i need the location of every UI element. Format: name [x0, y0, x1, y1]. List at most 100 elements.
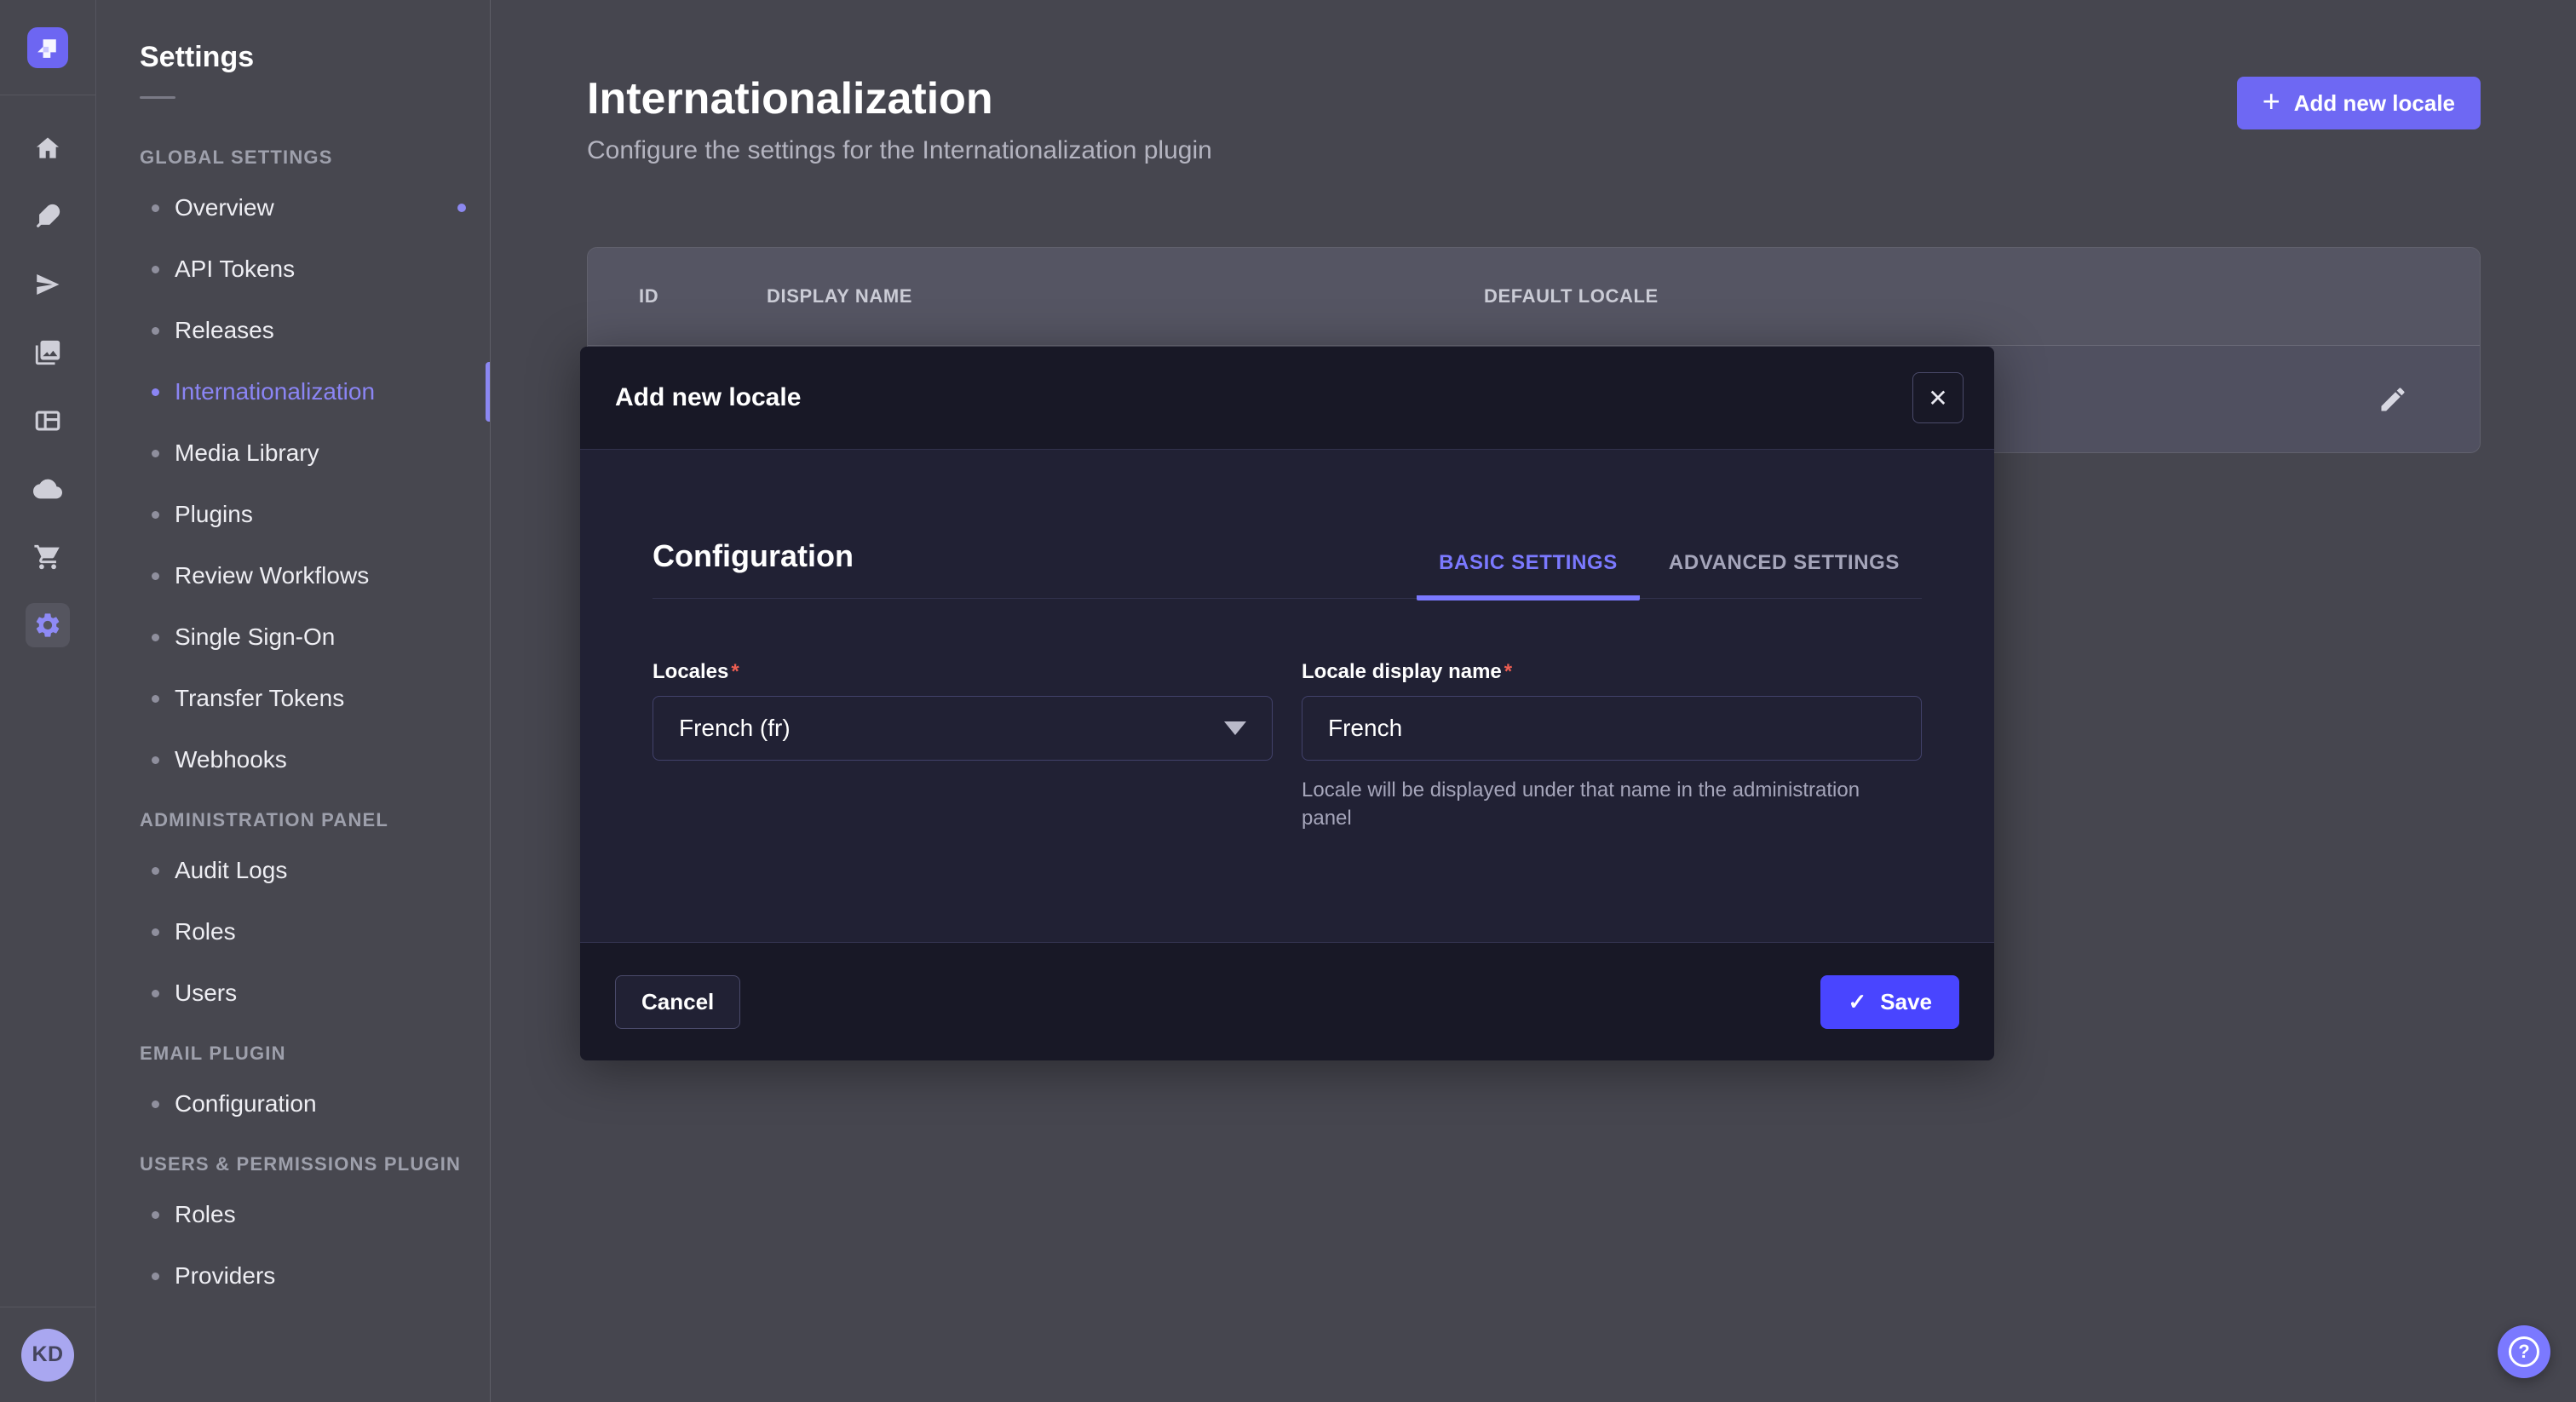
- table-column-display-name: DISPLAY NAME: [716, 285, 1433, 307]
- sidebar-item-plugins[interactable]: Plugins: [97, 484, 490, 545]
- sidebar-item-users[interactable]: Users: [97, 962, 490, 1024]
- gear-icon[interactable]: [26, 603, 70, 647]
- help-icon: ?: [2509, 1336, 2539, 1367]
- help-button[interactable]: ?: [2498, 1325, 2550, 1378]
- bullet-icon: [152, 1273, 159, 1280]
- sidebar-item-overview[interactable]: Overview: [97, 177, 490, 238]
- home-icon[interactable]: [26, 126, 70, 170]
- table-column-id: ID: [588, 285, 716, 307]
- tab-basic-settings[interactable]: BASIC SETTINGS: [1417, 551, 1640, 600]
- required-asterisk: *: [731, 660, 739, 683]
- sidebar-item-label: Internationalization: [175, 378, 375, 405]
- sidebar-item-roles[interactable]: Roles: [97, 901, 490, 962]
- sidebar-item-media-library[interactable]: Media Library: [97, 422, 490, 484]
- add-new-locale-button[interactable]: + Add new locale: [2237, 77, 2481, 129]
- rail-user-area: KD: [0, 1307, 95, 1402]
- sidebar-section-header-administration-panel: ADMINISTRATION PANEL: [97, 790, 490, 840]
- sidebar-item-label: Releases: [175, 317, 274, 344]
- cloud-icon[interactable]: [26, 467, 70, 511]
- sidebar-item-api-tokens[interactable]: API Tokens: [97, 238, 490, 300]
- sidebar-title-underline: [140, 96, 175, 99]
- sidebar-item-transfer-tokens[interactable]: Transfer Tokens: [97, 668, 490, 729]
- sidebar-item-roles[interactable]: Roles: [97, 1184, 490, 1245]
- add-locale-modal: Add new locale ✕ Configuration BASIC SET…: [580, 347, 1994, 1060]
- notification-dot: [457, 204, 466, 212]
- images-icon[interactable]: [26, 330, 70, 375]
- sidebar-item-internationalization[interactable]: Internationalization: [97, 361, 490, 422]
- edit-locale-button[interactable]: [2374, 381, 2412, 418]
- sidebar-item-label: Roles: [175, 918, 236, 945]
- cancel-button[interactable]: Cancel: [615, 975, 740, 1029]
- table-header-row: IDDISPLAY NAMEDEFAULT LOCALE: [588, 248, 2480, 346]
- save-button[interactable]: ✓ Save: [1820, 975, 1959, 1029]
- sidebar-item-single-sign-on[interactable]: Single Sign-On: [97, 606, 490, 668]
- bullet-icon: [152, 450, 159, 457]
- sidebar-item-label: Single Sign-On: [175, 623, 335, 651]
- cart-icon[interactable]: [26, 535, 70, 579]
- required-asterisk: *: [1504, 660, 1512, 683]
- bullet-icon: [152, 990, 159, 997]
- sidebar-section-header-users-permissions-plugin: USERS & PERMISSIONS PLUGIN: [97, 1135, 490, 1184]
- close-button[interactable]: ✕: [1912, 372, 1964, 423]
- sidebar-item-label: Users: [175, 980, 237, 1007]
- sidebar-item-label: Media Library: [175, 440, 319, 467]
- strapi-logo-glyph: [37, 37, 59, 59]
- table-column-default-locale: DEFAULT LOCALE: [1433, 285, 2480, 307]
- sidebar-item-label: Plugins: [175, 501, 253, 528]
- page-header: Internationalization Configure the setti…: [492, 0, 2576, 165]
- sidebar-item-audit-logs[interactable]: Audit Logs: [97, 840, 490, 901]
- display-name-field: Locale display name* Locale will be disp…: [1302, 660, 1922, 832]
- bullet-icon: [152, 572, 159, 580]
- sidebar-item-label: Audit Logs: [175, 857, 287, 884]
- layout-icon[interactable]: [26, 399, 70, 443]
- bullet-icon: [152, 634, 159, 641]
- feather-icon[interactable]: [26, 194, 70, 238]
- sidebar-sections: GLOBAL SETTINGSOverviewAPI TokensRelease…: [97, 128, 490, 1307]
- modal-header: Add new locale ✕: [580, 347, 1994, 450]
- sidebar-item-review-workflows[interactable]: Review Workflows: [97, 545, 490, 606]
- sidebar-item-configuration[interactable]: Configuration: [97, 1073, 490, 1135]
- bullet-icon: [152, 695, 159, 703]
- page-subtitle: Configure the settings for the Internati…: [587, 136, 1212, 165]
- locales-select-value: French (fr): [679, 715, 791, 742]
- icon-rail: KD: [0, 0, 96, 1402]
- bullet-icon: [152, 1211, 159, 1219]
- save-label: Save: [1880, 989, 1932, 1015]
- bullet-icon: [152, 511, 159, 519]
- avatar[interactable]: KD: [21, 1329, 74, 1382]
- sidebar-item-label: Webhooks: [175, 746, 287, 773]
- strapi-logo[interactable]: [27, 27, 68, 68]
- sidebar-item-label: Review Workflows: [175, 562, 369, 589]
- chevron-down-icon: [1224, 721, 1246, 735]
- page-title: Internationalization: [587, 75, 1212, 123]
- check-icon: ✓: [1848, 989, 1866, 1015]
- bullet-icon: [152, 204, 159, 212]
- sidebar-item-label: Providers: [175, 1262, 275, 1290]
- locales-label: Locales*: [653, 660, 1273, 684]
- display-name-label: Locale display name*: [1302, 660, 1922, 684]
- modal-body: Configuration BASIC SETTINGS ADVANCED SE…: [580, 450, 1994, 832]
- sidebar-item-label: Overview: [175, 194, 274, 221]
- bullet-icon: [152, 266, 159, 273]
- sidebar-section-header-email-plugin: EMAIL PLUGIN: [97, 1024, 490, 1073]
- display-name-help: Locale will be displayed under that name…: [1302, 776, 1915, 832]
- bullet-icon: [152, 1100, 159, 1108]
- display-name-input[interactable]: [1302, 696, 1922, 761]
- bullet-icon: [152, 388, 159, 396]
- modal-title: Add new locale: [615, 383, 801, 412]
- config-row: Configuration BASIC SETTINGS ADVANCED SE…: [653, 538, 1922, 599]
- config-section-title: Configuration: [653, 538, 854, 598]
- pencil-icon: [2378, 384, 2408, 415]
- sidebar-item-providers[interactable]: Providers: [97, 1245, 490, 1307]
- paper-plane-icon[interactable]: [26, 262, 70, 307]
- sidebar-item-webhooks[interactable]: Webhooks: [97, 729, 490, 790]
- sidebar-item-releases[interactable]: Releases: [97, 300, 490, 361]
- rail-nav: [0, 95, 95, 1307]
- bullet-icon: [152, 327, 159, 335]
- bullet-icon: [152, 756, 159, 764]
- tab-advanced-settings[interactable]: ADVANCED SETTINGS: [1647, 551, 1922, 600]
- locales-select[interactable]: French (fr): [653, 696, 1273, 761]
- locales-label-text: Locales: [653, 660, 728, 683]
- display-name-label-text: Locale display name: [1302, 660, 1502, 683]
- locales-field: Locales* French (fr): [653, 660, 1273, 832]
